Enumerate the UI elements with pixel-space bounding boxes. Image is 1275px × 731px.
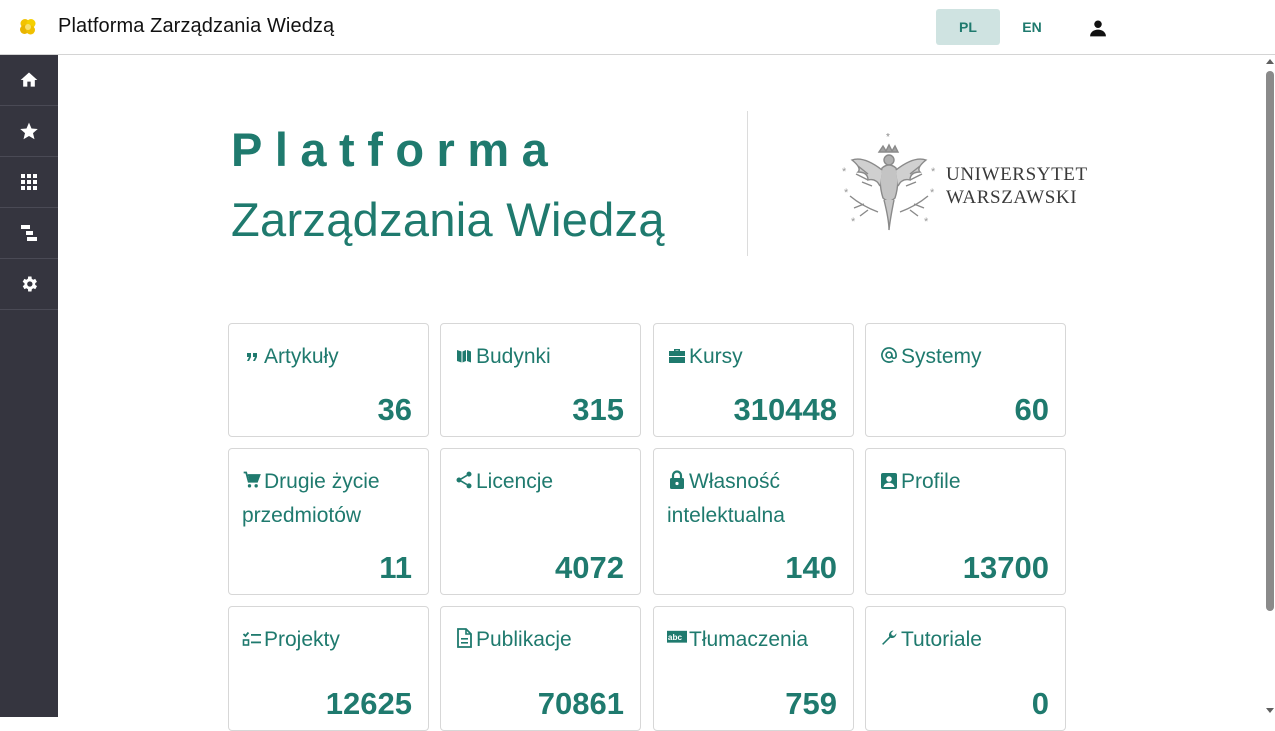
sidebar-item-settings[interactable]: [0, 259, 58, 310]
hero-title-line1: Platforma: [231, 123, 561, 176]
stat-card-label: Budynki: [454, 340, 630, 374]
svg-text:*: *: [931, 166, 936, 178]
university-name-line1: UNIWERSYTET: [946, 164, 1088, 185]
stat-card-label: Systemy: [879, 340, 1055, 374]
sidebar-item-apps[interactable]: [0, 157, 58, 208]
stat-card-label: Projekty: [242, 623, 418, 657]
stat-card-label: Profile: [879, 465, 1055, 499]
stat-card-label: Publikacje: [454, 623, 630, 657]
grid-icon: [21, 174, 37, 190]
stat-card-tutoriale[interactable]: Tutoriale 0: [865, 606, 1066, 731]
scroll-down-arrow-icon[interactable]: [1266, 708, 1274, 713]
sidebar-item-structure[interactable]: [0, 208, 58, 259]
stat-card-label: Artykuły: [242, 340, 418, 374]
sidebar-item-home[interactable]: [0, 55, 58, 106]
language-en-button[interactable]: EN: [1000, 9, 1064, 45]
flower-logo-icon[interactable]: [18, 17, 38, 37]
svg-text:*: *: [844, 187, 849, 199]
sidebar: [0, 55, 58, 717]
stat-card-wlasnosc-intelektualna[interactable]: Własność intelektualna 140: [653, 448, 854, 595]
gear-icon: [22, 276, 37, 292]
stat-card-publikacje[interactable]: Publikacje 70861: [440, 606, 641, 731]
stat-card-value: 315: [572, 392, 624, 427]
stat-card-value: 140: [785, 550, 837, 585]
stat-card-label: Tutoriale: [879, 623, 1055, 657]
scrollbar-thumb[interactable]: [1266, 71, 1274, 611]
stat-card-artykuly[interactable]: Artykuły 36: [228, 323, 429, 437]
stat-card-label: Własność intelektualna: [667, 470, 785, 527]
stat-card-value: 13700: [962, 550, 1049, 585]
page-scrollbar[interactable]: [1263, 55, 1275, 717]
stat-card-label: Licencje: [454, 465, 630, 499]
document-icon: [457, 628, 472, 648]
svg-text:*: *: [930, 187, 935, 199]
contact-icon: [881, 473, 897, 489]
svg-text:abc: abc: [668, 633, 683, 642]
at-icon: [881, 347, 897, 363]
hierarchy-icon: [21, 225, 37, 241]
university-name-line2: WARSZAWSKI: [946, 187, 1078, 208]
stat-card-value: 11: [379, 550, 412, 585]
stat-card-drugie-zycie[interactable]: Drugie życie przedmiotów 11: [228, 448, 429, 595]
stat-card-value: 310448: [733, 392, 837, 427]
briefcase-icon: [669, 349, 685, 363]
svg-text:*: *: [851, 216, 856, 228]
hero-title-line2: Zarządzania Wiedzą: [231, 193, 665, 246]
person-icon: [1090, 20, 1106, 37]
map-icon: [457, 350, 471, 363]
home-icon: [20, 72, 38, 87]
stat-card-label: Kursy: [667, 340, 843, 374]
stat-card-value: 60: [1014, 392, 1049, 427]
scroll-up-arrow-icon[interactable]: [1266, 59, 1274, 64]
star-icon: [20, 122, 38, 140]
stat-card-label: Drugie życie przedmiotów: [242, 470, 380, 527]
stat-card-projekty[interactable]: Projekty 12625: [228, 606, 429, 731]
stat-card-systemy[interactable]: Systemy 60: [865, 323, 1066, 437]
stat-card-licencje[interactable]: Licencje 4072: [440, 448, 641, 595]
wrench-icon: [882, 630, 897, 645]
svg-text:*: *: [842, 166, 847, 178]
spellcheck-icon: abc: [667, 630, 687, 643]
svg-text:*: *: [886, 132, 890, 143]
stat-card-label: abc Tłumaczenia: [667, 628, 809, 651]
stat-card-value: 36: [377, 392, 412, 427]
hero-divider: [747, 111, 748, 256]
top-bar: Platforma Zarządzania Wiedzą PL EN: [0, 0, 1275, 55]
share-icon: [456, 471, 472, 489]
stat-card-profile[interactable]: Profile 13700: [865, 448, 1066, 595]
user-account-button[interactable]: [1083, 13, 1113, 43]
cart-icon: [243, 471, 261, 488]
stat-card-value: 4072: [555, 550, 624, 585]
stat-card-tlumaczenia[interactable]: abc Tłumaczenia 759: [653, 606, 854, 731]
university-name: UNIWERSYTET WARSZAWSKI: [946, 163, 1088, 209]
checklist-icon: [242, 631, 261, 646]
sidebar-item-favorites[interactable]: [0, 106, 58, 157]
quote-icon: [247, 353, 257, 361]
lock-icon: [670, 470, 684, 489]
stat-card-budynki[interactable]: Budynki 315: [440, 323, 641, 437]
language-pl-button[interactable]: PL: [936, 9, 1000, 45]
stat-card-kursy[interactable]: Kursy 310448: [653, 323, 854, 437]
svg-text:*: *: [924, 216, 929, 228]
app-title[interactable]: Platforma Zarządzania Wiedzą: [58, 15, 334, 38]
